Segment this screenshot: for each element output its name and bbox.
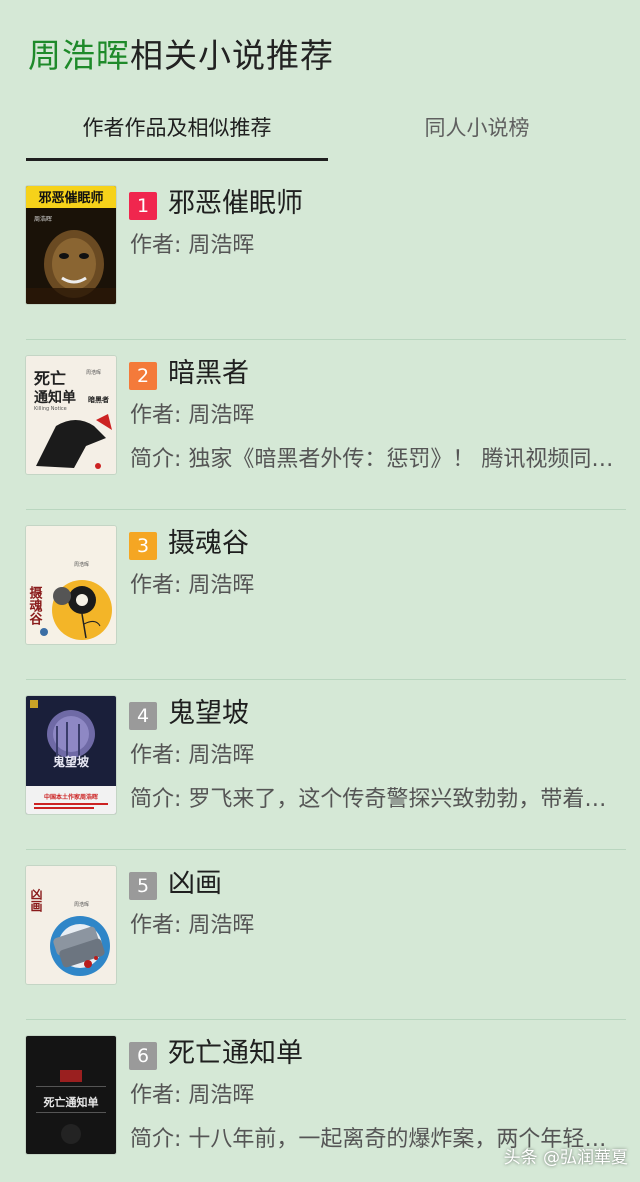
book-author: 作者: 周浩晖 bbox=[130, 573, 255, 598]
page-title: 周浩晖相关小说推荐 bbox=[28, 36, 334, 76]
rank-badge: 6 bbox=[129, 1042, 157, 1070]
book-cover-image-5: 凶画 周浩晖 bbox=[26, 866, 116, 984]
svg-text:摄魂谷: 摄魂谷 bbox=[27, 585, 43, 626]
book-title[interactable]: 鬼望坡 bbox=[168, 694, 249, 734]
svg-text:通知单: 通知单 bbox=[34, 389, 76, 406]
book-author: 作者: 周浩晖 bbox=[130, 233, 255, 258]
rank-badge: 2 bbox=[129, 362, 157, 390]
watermark: 头条 @弘润華夏 bbox=[503, 1148, 628, 1168]
book-title[interactable]: 邪恶催眠师 bbox=[168, 184, 303, 224]
page-title-author: 周浩晖 bbox=[28, 36, 130, 75]
book-cover-image-2: 死亡 通知单 Killing Notice 暗黑者 周浩晖 bbox=[26, 356, 116, 474]
tab-bar: 作者作品及相似推荐 同人小说榜 bbox=[0, 108, 640, 162]
svg-text:Killing Notice: Killing Notice bbox=[34, 406, 67, 412]
book-cover[interactable]: 邪恶催眠师 周浩晖 bbox=[26, 186, 116, 304]
page-title-rest: 相关小说推荐 bbox=[130, 36, 334, 75]
book-author: 作者: 周浩晖 bbox=[130, 913, 255, 938]
list-item[interactable]: 鬼望坡 中国本土作家周浩晖 4 鬼望坡 作者: 周浩晖 简介: 罗飞来了，这个传… bbox=[0, 680, 640, 850]
svg-text:鬼望坡: 鬼望坡 bbox=[53, 754, 90, 769]
svg-text:死亡: 死亡 bbox=[34, 369, 66, 388]
book-cover-image-1: 邪恶催眠师 周浩晖 bbox=[26, 186, 116, 304]
list-item[interactable]: 邪恶催眠师 周浩晖 1 邪恶催眠师 作者: 周浩晖 bbox=[0, 170, 640, 340]
book-cover[interactable]: 鬼望坡 中国本土作家周浩晖 bbox=[26, 696, 116, 814]
book-intro: 简介: 独家《暗黑者外传：惩罚》！ 腾讯视频同名网剧热播中 bbox=[130, 447, 628, 472]
svg-text:周浩晖: 周浩晖 bbox=[74, 901, 89, 908]
book-title[interactable]: 暗黑者 bbox=[168, 354, 249, 394]
rank-badge: 3 bbox=[129, 532, 157, 560]
list-item[interactable]: 凶画 周浩晖 5 凶画 作者: 周浩晖 bbox=[0, 850, 640, 1020]
list-item[interactable]: 死亡 通知单 Killing Notice 暗黑者 周浩晖 2 暗黑者 作者: … bbox=[0, 340, 640, 510]
svg-text:暗黑者: 暗黑者 bbox=[88, 395, 109, 404]
book-title[interactable]: 凶画 bbox=[168, 864, 222, 904]
svg-text:死亡通知单: 死亡通知单 bbox=[44, 1095, 99, 1109]
book-cover[interactable]: 死亡通知单 bbox=[26, 1036, 116, 1154]
svg-text:周浩晖: 周浩晖 bbox=[86, 369, 101, 376]
cover-title-text: 邪恶催眠师 bbox=[37, 190, 103, 206]
book-cover[interactable]: 死亡 通知单 Killing Notice 暗黑者 周浩晖 bbox=[26, 356, 116, 474]
tab-fan-fiction-ranking[interactable]: 同人小说榜 bbox=[340, 108, 614, 160]
tab-author-works[interactable]: 作者作品及相似推荐 bbox=[26, 108, 328, 160]
svg-text:凶画: 凶画 bbox=[29, 888, 43, 913]
book-title[interactable]: 死亡通知单 bbox=[168, 1034, 303, 1074]
active-tab-indicator bbox=[26, 158, 328, 161]
book-cover[interactable]: 凶画 周浩晖 bbox=[26, 866, 116, 984]
book-cover-image-4: 鬼望坡 中国本土作家周浩晖 bbox=[26, 696, 116, 814]
svg-text:周浩晖: 周浩晖 bbox=[74, 561, 89, 568]
book-cover-image-6: 死亡通知单 bbox=[26, 1036, 116, 1154]
list-item[interactable]: 摄魂谷 周浩晖 3 摄魂谷 作者: 周浩晖 bbox=[0, 510, 640, 680]
rank-badge: 5 bbox=[129, 872, 157, 900]
book-cover[interactable]: 摄魂谷 周浩晖 bbox=[26, 526, 116, 644]
book-intro: 简介: 罗飞来了，这个传奇警探兴致勃勃，带着他的新搭档 bbox=[130, 787, 628, 812]
rank-badge: 4 bbox=[129, 702, 157, 730]
book-author: 作者: 周浩晖 bbox=[130, 1083, 255, 1108]
book-author: 作者: 周浩晖 bbox=[130, 403, 255, 428]
book-cover-image-3: 摄魂谷 周浩晖 bbox=[26, 526, 116, 644]
svg-text:周浩晖: 周浩晖 bbox=[34, 215, 52, 223]
svg-text:中国本土作家周浩晖: 中国本土作家周浩晖 bbox=[44, 793, 98, 801]
book-author: 作者: 周浩晖 bbox=[130, 743, 255, 768]
rank-badge: 1 bbox=[129, 192, 157, 220]
book-title[interactable]: 摄魂谷 bbox=[168, 524, 249, 564]
